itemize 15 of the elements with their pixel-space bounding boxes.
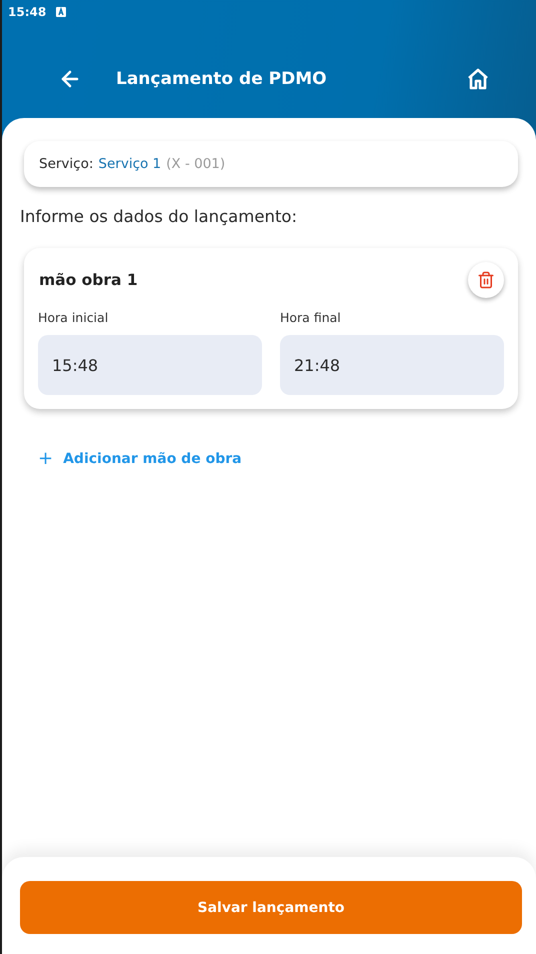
service-label: Serviço: [39, 156, 94, 172]
time-field[interactable]: 15:48 [38, 335, 262, 395]
service-name: Serviço 1 [98, 156, 162, 172]
notification-icon [56, 7, 66, 17]
home-icon[interactable] [466, 67, 490, 91]
time-field[interactable]: 21:48 [280, 335, 504, 395]
delete-button[interactable] [468, 262, 504, 298]
field-label: Hora inicial [38, 310, 110, 325]
section-title: Informe os dados do lançamento: [20, 207, 298, 226]
field-label: Hora final [280, 310, 342, 325]
page-title: Lançamento de PDMO [116, 69, 328, 89]
service-code: (X - 001) [166, 156, 226, 172]
trash-icon [477, 271, 495, 289]
status-time: 15:48 [8, 5, 46, 19]
labor-title: mão obra 1 [39, 271, 138, 289]
